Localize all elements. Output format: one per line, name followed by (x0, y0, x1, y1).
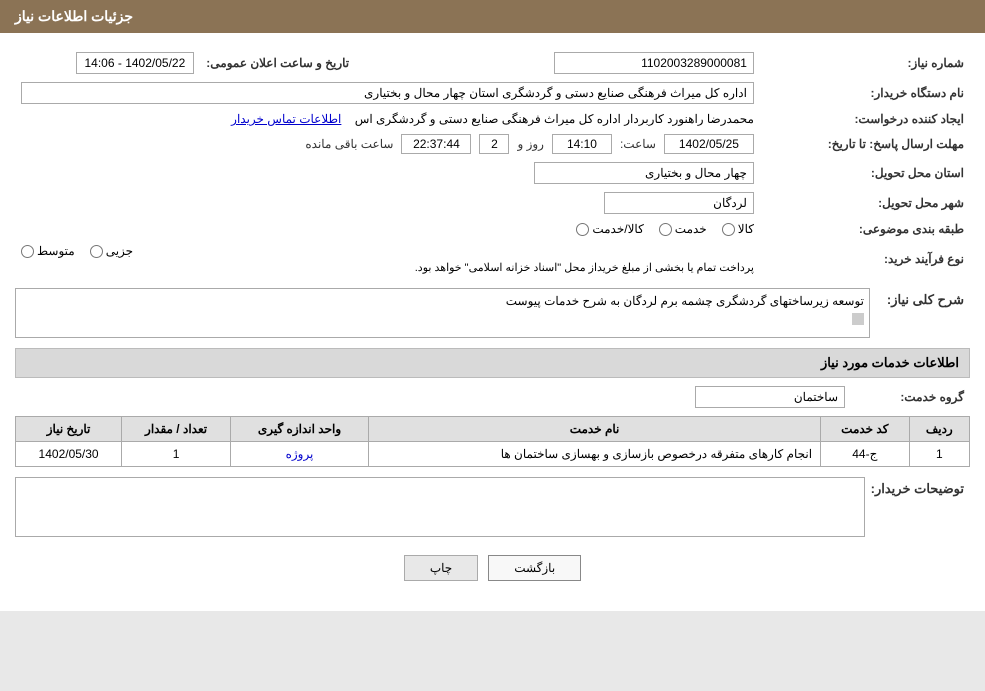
buyer-notes-textarea[interactable] (15, 477, 865, 537)
delivery-province-label: استان محل تحویل: (760, 158, 970, 188)
deadline-label: مهلت ارسال پاسخ: تا تاریخ: (760, 130, 970, 158)
deadline-row: 1402/05/25 ساعت: 14:10 روز و 2 22:37:44 … (21, 134, 754, 154)
cell-service-code: ج-44 (821, 442, 910, 467)
category-radio-kala[interactable] (722, 223, 735, 236)
category-radio-kala-khedmat[interactable] (576, 223, 589, 236)
page-wrapper: جزئیات اطلاعات نیاز شماره نیاز: 11020032… (0, 0, 985, 611)
row-deadline: مهلت ارسال پاسخ: تا تاریخ: 1402/05/25 سا… (15, 130, 970, 158)
delivery-province-value: چهار محال و بختیاری (534, 162, 754, 184)
deadline-days: 2 (479, 134, 509, 154)
category-label: طبقه بندی موضوعی: (760, 218, 970, 240)
buyer-notes-section: توضیحات خریدار: (15, 477, 970, 540)
resize-handle[interactable] (852, 313, 864, 325)
category-radio-group: کالا/خدمت خدمت کالا (21, 222, 754, 236)
purchase-radio-motavaset[interactable] (21, 245, 34, 258)
request-number-value: 1102003289000081 (554, 52, 754, 74)
row-buyer-org: نام دستگاه خریدار: اداره کل میراث فرهنگی… (15, 78, 970, 108)
col-header-name: نام خدمت (369, 417, 821, 442)
cell-unit: پروژه (230, 442, 368, 467)
deadline-time: 14:10 (552, 134, 612, 154)
description-label: شرح کلی نیاز: (870, 288, 970, 312)
purchase-type-option-motavaset[interactable]: متوسط (21, 244, 75, 258)
cell-quantity: 1 (122, 442, 231, 467)
page-header: جزئیات اطلاعات نیاز (0, 0, 985, 33)
col-header-row: ردیف (909, 417, 969, 442)
announce-time-value: 1402/05/22 - 14:06 (76, 52, 195, 74)
services-table: ردیف کد خدمت نام خدمت واحد اندازه گیری ت… (15, 416, 970, 467)
purchase-type-text: پرداخت تمام یا بخشی از مبلغ خریداز محل "… (21, 261, 754, 274)
category-option-khedmat[interactable]: خدمت (659, 222, 707, 236)
purchase-type-radio-group: جزیی متوسط (21, 244, 754, 258)
announce-time-label: تاریخ و ساعت اعلان عمومی: (200, 48, 419, 78)
buyer-notes-label: توضیحات خریدار: (865, 477, 970, 501)
page-title: جزئیات اطلاعات نیاز (15, 8, 133, 24)
back-button[interactable]: بازگشت (488, 555, 581, 581)
creator-label: ایجاد کننده درخواست: (760, 108, 970, 130)
category-radio-khedmat[interactable] (659, 223, 672, 236)
row-category: طبقه بندی موضوعی: کالا/خدمت خدمت کالا (15, 218, 970, 240)
services-table-body: 1 ج-44 انجام کارهای متفرقه درخصوص بازساز… (16, 442, 970, 467)
purchase-radio-jozee[interactable] (90, 245, 103, 258)
request-number-label: شماره نیاز: (760, 48, 970, 78)
purchase-type-label: نوع فرآیند خرید: (760, 240, 970, 278)
deadline-time-label: ساعت: (620, 137, 656, 151)
col-header-qty: تعداد / مقدار (122, 417, 231, 442)
row-delivery-city: شهر محل تحویل: لردگان (15, 188, 970, 218)
main-info-table: شماره نیاز: 1102003289000081 تاریخ و ساع… (15, 48, 970, 278)
service-group-value: ساختمان (695, 386, 845, 408)
service-group-row: گروه خدمت: ساختمان (15, 386, 970, 408)
description-section: شرح کلی نیاز: توسعه زیرساختهای گردشگری چ… (15, 288, 970, 338)
deadline-remaining: 22:37:44 (401, 134, 471, 154)
description-value: توسعه زیرساختهای گردشگری چشمه برم لردگان… (15, 288, 870, 338)
creator-contact-link[interactable]: اطلاعات تماس خریدار (231, 112, 341, 126)
deadline-remaining-label: ساعت باقی مانده (305, 137, 393, 151)
purchase-type-option-jozee[interactable]: جزیی (90, 244, 133, 258)
purchase-type-jozee-label: جزیی (106, 244, 133, 258)
buyer-org-label: نام دستگاه خریدار: (760, 78, 970, 108)
category-khedmat-label: خدمت (675, 222, 707, 236)
delivery-city-label: شهر محل تحویل: (760, 188, 970, 218)
row-delivery-province: استان محل تحویل: چهار محال و بختیاری (15, 158, 970, 188)
table-row: 1 ج-44 انجام کارهای متفرقه درخصوص بازساز… (16, 442, 970, 467)
row-purchase-type: نوع فرآیند خرید: جزیی متوسط پرداخت ت (15, 240, 970, 278)
creator-value: محمدرضا راهنورد کاربردار اداره کل میراث … (355, 112, 754, 126)
cell-date: 1402/05/30 (16, 442, 122, 467)
col-header-date: تاریخ نیاز (16, 417, 122, 442)
deadline-day-label: روز و (517, 137, 544, 151)
delivery-city-value: لردگان (604, 192, 754, 214)
service-group-label: گروه خدمت: (850, 386, 970, 408)
buttons-row: بازگشت چاپ (15, 555, 970, 596)
buyer-org-value: اداره کل میراث فرهنگی صنایع دستی و گردشگ… (21, 82, 754, 104)
cell-service-name: انجام کارهای متفرقه درخصوص بازسازی و بهس… (369, 442, 821, 467)
buyer-notes-container (15, 477, 865, 540)
row-creator: ایجاد کننده درخواست: محمدرضا راهنورد کار… (15, 108, 970, 130)
category-kala-label: کالا (738, 222, 754, 236)
row-request-number: شماره نیاز: 1102003289000081 تاریخ و ساع… (15, 48, 970, 78)
services-table-header-row: ردیف کد خدمت نام خدمت واحد اندازه گیری ت… (16, 417, 970, 442)
print-button[interactable]: چاپ (404, 555, 478, 581)
category-option-kala[interactable]: کالا (722, 222, 754, 236)
services-section-header: اطلاعات خدمات مورد نیاز (15, 348, 970, 378)
services-table-header: ردیف کد خدمت نام خدمت واحد اندازه گیری ت… (16, 417, 970, 442)
content-area: شماره نیاز: 1102003289000081 تاریخ و ساع… (0, 33, 985, 611)
col-header-unit: واحد اندازه گیری (230, 417, 368, 442)
purchase-type-motavaset-label: متوسط (37, 244, 75, 258)
description-text: توسعه زیرساختهای گردشگری چشمه برم لردگان… (506, 294, 864, 308)
deadline-date: 1402/05/25 (664, 134, 754, 154)
category-kala-khedmat-label: کالا/خدمت (592, 222, 643, 236)
col-header-code: کد خدمت (821, 417, 910, 442)
category-option-kala-khedmat[interactable]: کالا/خدمت (576, 222, 643, 236)
cell-row-number: 1 (909, 442, 969, 467)
